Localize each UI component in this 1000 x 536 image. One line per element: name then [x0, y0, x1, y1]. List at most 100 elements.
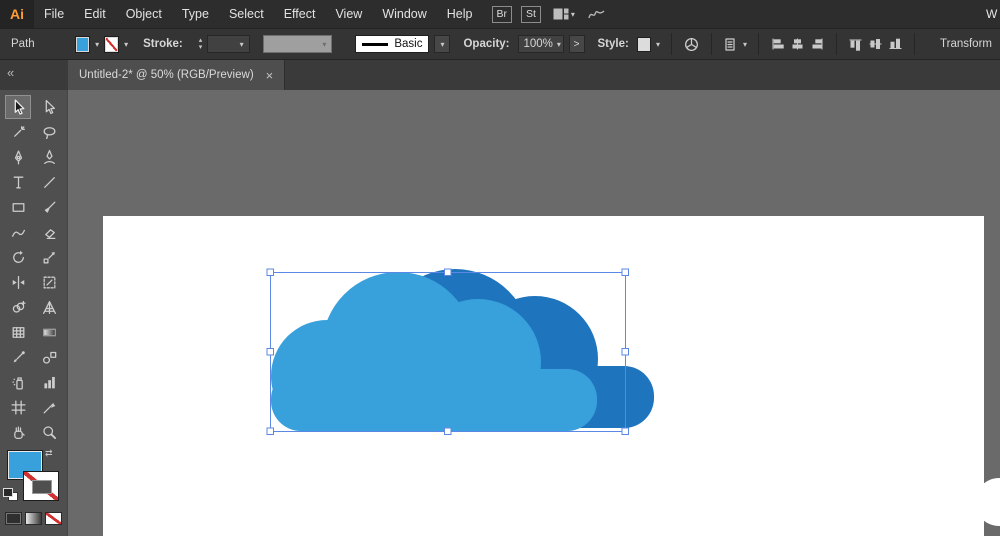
tool-scale[interactable]	[36, 245, 62, 269]
bridge-button[interactable]: Br	[491, 5, 512, 23]
menu-file[interactable]: File	[34, 0, 74, 28]
brush-definition-dropdown[interactable]: Basic	[355, 35, 430, 53]
tool-shape-builder[interactable]	[5, 295, 31, 319]
canvas-area[interactable]	[68, 90, 1000, 536]
menu-object[interactable]: Object	[116, 0, 172, 28]
fill-color-swatch[interactable]	[75, 35, 91, 53]
tool-eyedropper[interactable]	[5, 345, 31, 369]
menu-window[interactable]: Window	[372, 0, 436, 28]
menu-select[interactable]: Select	[219, 0, 274, 28]
style-label: Style:	[597, 38, 629, 50]
stroke-weight-dropdown-icon[interactable]: ▾	[240, 40, 244, 49]
align-top-button[interactable]	[848, 34, 863, 54]
transform-panel-link[interactable]: Transform	[940, 38, 992, 50]
tool-type[interactable]	[5, 170, 31, 194]
line-segment-tool-icon	[43, 176, 55, 188]
tool-shaper[interactable]	[5, 220, 31, 244]
stroke-dropdown-icon[interactable]: ▾	[124, 40, 128, 49]
fill-dropdown-icon[interactable]: ▾	[95, 40, 99, 49]
recolor-artwork-button[interactable]	[683, 34, 700, 54]
stroke-swatch[interactable]	[23, 471, 59, 501]
align-right-icon	[812, 38, 823, 50]
stroke-label: Stroke:	[143, 38, 183, 50]
opacity-dropdown-icon[interactable]: ▾	[557, 40, 561, 49]
document-tab-bar: « Untitled-2* @ 50% (RGB/Preview) ×	[0, 60, 1000, 90]
color-mode-button[interactable]	[5, 512, 22, 525]
none-mode-button[interactable]	[45, 512, 62, 525]
tool-selection[interactable]	[5, 95, 31, 119]
stroke-weight-stepper[interactable]: ▴ ▾	[199, 37, 203, 51]
menu-view[interactable]: View	[325, 0, 372, 28]
menu-type[interactable]: Type	[172, 0, 219, 28]
stepper-up-icon[interactable]: ▴	[199, 37, 203, 44]
menu-effect[interactable]: Effect	[274, 0, 326, 28]
align-right-button[interactable]	[810, 34, 825, 54]
menu-help[interactable]: Help	[437, 0, 483, 28]
tool-magic-wand[interactable]	[5, 120, 31, 144]
tool-pen[interactable]	[5, 145, 31, 169]
handle-bottom-center[interactable]	[444, 427, 452, 435]
align-center-icon	[792, 38, 803, 50]
tool-blend[interactable]	[36, 345, 62, 369]
eyedropper-tool-icon	[13, 350, 25, 362]
rectangle-tool-icon	[12, 202, 24, 212]
tool-paintbrush[interactable]	[36, 195, 62, 219]
tool-lasso[interactable]	[36, 120, 62, 144]
align-left-button[interactable]	[770, 34, 785, 54]
brush-dropdown-button[interactable]: ▾	[434, 35, 451, 53]
tool-free-transform[interactable]	[36, 270, 62, 294]
stroke-swatch-hole	[32, 480, 52, 494]
default-fill-stroke-button[interactable]	[3, 488, 18, 501]
menu-edit[interactable]: Edit	[74, 0, 116, 28]
stroke-weight-field[interactable]: ▾	[207, 35, 250, 53]
tool-curvature[interactable]	[36, 145, 62, 169]
opacity-field[interactable]: 100% ▾	[517, 35, 564, 53]
document-tab[interactable]: Untitled-2* @ 50% (RGB/Preview) ×	[68, 60, 286, 90]
align-middle-button[interactable]	[868, 34, 883, 54]
tool-perspective-grid[interactable]	[36, 295, 62, 319]
tool-hand[interactable]	[5, 420, 31, 444]
stepper-down-icon[interactable]: ▾	[199, 44, 203, 51]
tool-symbol-sprayer[interactable]	[5, 370, 31, 394]
document-setup-button[interactable]	[723, 34, 738, 54]
divider	[671, 33, 672, 55]
graphic-style-chip[interactable]	[636, 36, 651, 52]
tool-width[interactable]	[5, 270, 31, 294]
tool-eraser[interactable]	[36, 220, 62, 244]
magic-wand-tool-icon	[13, 125, 25, 137]
panel-collapse-button[interactable]: «	[7, 65, 14, 80]
tool-mesh[interactable]	[5, 320, 31, 344]
artboard[interactable]	[103, 216, 984, 536]
more-options-button[interactable]: >	[568, 35, 585, 53]
tool-rectangle[interactable]	[5, 195, 31, 219]
align-bottom-button[interactable]	[888, 34, 903, 54]
stroke-color-swatch[interactable]	[104, 35, 120, 53]
swap-fill-stroke-icon[interactable]: ⇄	[45, 448, 53, 459]
tool-rotate[interactable]	[5, 245, 31, 269]
tool-zoom[interactable]	[36, 420, 62, 444]
handle-top-right[interactable]	[621, 268, 629, 276]
document-setup-dropdown-icon[interactable]: ▾	[743, 40, 747, 49]
tool-slice[interactable]	[36, 395, 62, 419]
variable-width-profile-dropdown[interactable]: ▾	[262, 35, 333, 53]
tool-gradient[interactable]	[36, 320, 62, 344]
handle-top-left[interactable]	[266, 268, 274, 276]
tool-column-graph[interactable]	[36, 370, 62, 394]
tool-line-segment[interactable]	[36, 170, 62, 194]
stock-button[interactable]: St	[521, 5, 541, 23]
style-dropdown-icon[interactable]: ▾	[656, 40, 660, 49]
handle-bottom-right[interactable]	[621, 427, 629, 435]
handle-middle-left[interactable]	[266, 348, 274, 356]
align-center-button[interactable]	[790, 34, 805, 54]
handle-bottom-left[interactable]	[266, 427, 274, 435]
arrange-documents-button[interactable]: ▾	[553, 8, 575, 20]
share-button[interactable]	[587, 7, 607, 21]
tool-direct-selection[interactable]	[36, 95, 62, 119]
handle-top-center[interactable]	[444, 268, 452, 276]
tab-close-icon[interactable]: ×	[266, 69, 274, 82]
handle-middle-right[interactable]	[621, 348, 629, 356]
tools-panel: ⇄	[0, 90, 68, 536]
gradient-mode-button[interactable]	[25, 512, 42, 525]
tool-artboard[interactable]	[5, 395, 31, 419]
rotate-tool-icon	[12, 250, 24, 263]
